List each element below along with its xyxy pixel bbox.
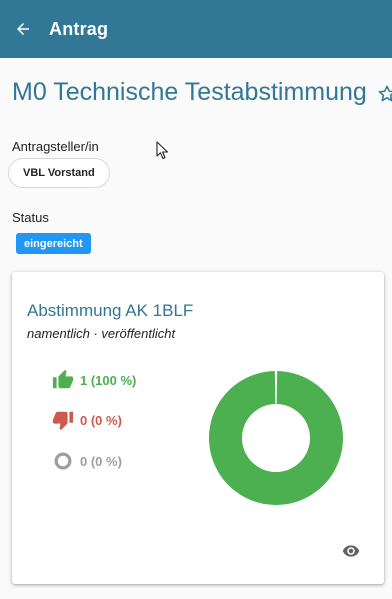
mouse-cursor-icon [156, 141, 169, 160]
eye-icon[interactable] [342, 542, 360, 560]
back-button[interactable] [12, 18, 34, 40]
app-bar-title: Antrag [49, 18, 109, 39]
poll-subtitle: namentlich · veröffentlicht [27, 326, 176, 341]
page-title: M0 Technische Testabstimmung [12, 78, 367, 106]
donut-slice-ja [208, 371, 343, 505]
app-bar: Antrag [0, 0, 392, 58]
arrow-left-icon [17, 23, 29, 35]
vote-yes-row: 1 (100 %) [52, 369, 136, 391]
vote-no-text: 0 (0 %) [80, 412, 122, 428]
star-outline-icon[interactable] [377, 84, 392, 104]
circle-outline-icon [52, 450, 74, 472]
vote-no-row: 0 (0 %) [52, 409, 122, 431]
status-label: Status [12, 210, 49, 225]
vote-abstain-text: 0 (0 %) [80, 453, 122, 469]
vote-abstain-row: 0 (0 %) [52, 450, 122, 472]
result-donut-chart [208, 371, 343, 505]
thumbs-up-icon [52, 369, 74, 391]
vote-yes-text: 1 (100 %) [80, 372, 137, 388]
poll-title[interactable]: Abstimmung AK 1BLF [27, 301, 193, 321]
submitter-label: Antragsteller/in [12, 139, 99, 154]
poll-card: Abstimmung AK 1BLF namentlich · veröffen… [12, 272, 384, 584]
submitter-chip[interactable]: VBL Vorstand [8, 158, 110, 188]
thumbs-down-icon [52, 409, 74, 431]
status-badge: eingereicht [16, 233, 91, 254]
